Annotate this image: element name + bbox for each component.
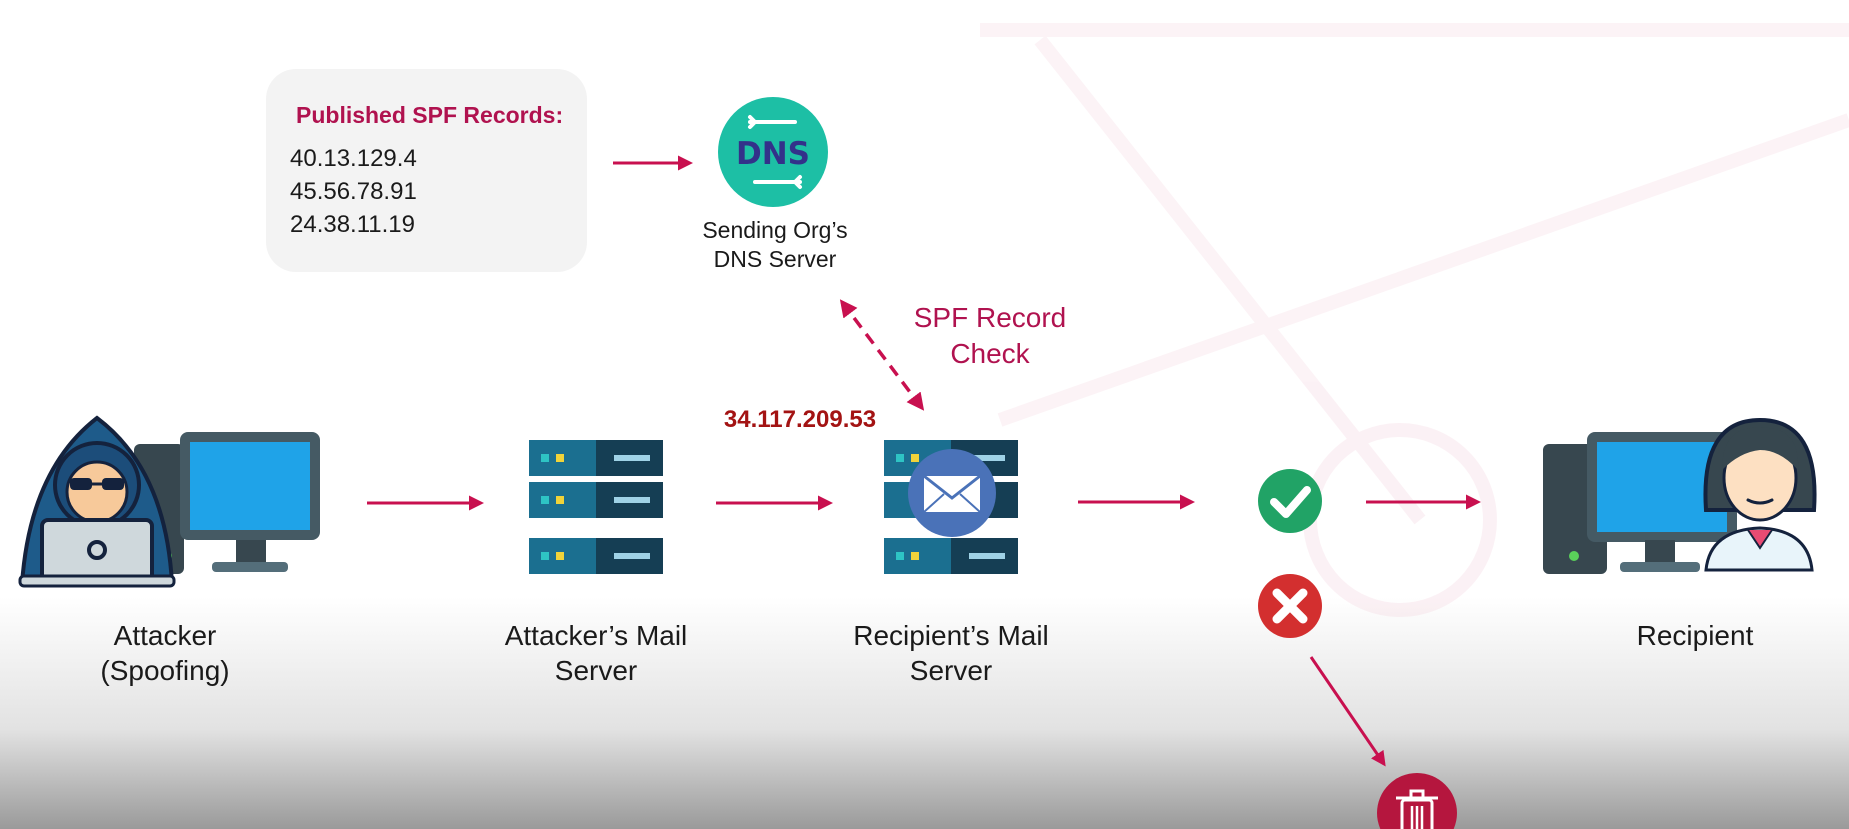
dns-icon: DNS xyxy=(718,97,828,207)
arrow-fail-to-trash xyxy=(1309,656,1386,767)
user-computer-icon xyxy=(1543,417,1817,574)
hacker-computer-icon xyxy=(18,415,320,588)
mail-server-icon xyxy=(884,440,1018,574)
svg-text:DNS: DNS xyxy=(736,136,810,172)
server-icon xyxy=(529,440,663,574)
check-icon xyxy=(1258,469,1322,533)
x-icon xyxy=(1258,574,1322,638)
diagram-graphics: DNS xyxy=(18,23,1849,829)
arrow-spf-check-dashed xyxy=(839,299,925,411)
trash-icon xyxy=(1377,773,1457,829)
